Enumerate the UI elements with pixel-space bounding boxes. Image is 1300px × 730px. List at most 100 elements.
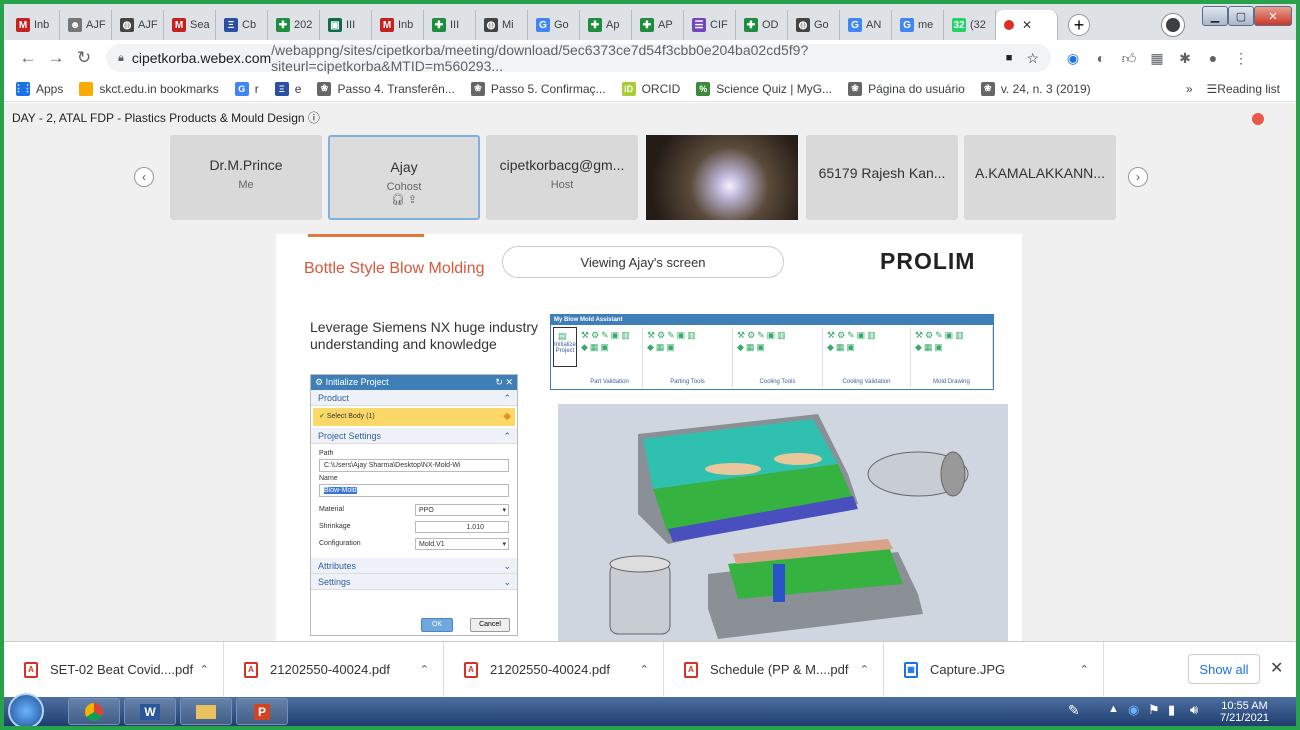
back-icon[interactable]: ← — [14, 48, 42, 68]
grammarly-icon[interactable]: ◉ — [1059, 50, 1087, 67]
close-tab-icon[interactable]: ✕ — [1022, 18, 1032, 32]
participant-tile[interactable]: Dr.M.Prince Me — [170, 135, 322, 220]
tool-icons[interactable]: ⚒⚙✎▣▥ ◆▦▣ — [911, 327, 992, 355]
menu-icon[interactable]: ⋮ — [1227, 50, 1255, 67]
bookmark-1[interactable]: skct.edu.in bookmarks — [79, 81, 219, 96]
bookmarks-overflow-icon[interactable]: » — [1186, 82, 1193, 96]
participant-tile[interactable]: Ajay Cohost 🎧︎ ⇪ — [328, 135, 480, 220]
word-taskbar-icon[interactable]: W — [124, 698, 176, 725]
close-window-button[interactable]: ✕ — [1254, 6, 1292, 26]
shrinkage-input[interactable]: 1.010 — [415, 520, 509, 533]
download-item[interactable]: ▦ Capture.JPG ⌃ — [884, 641, 1104, 698]
tab-8[interactable]: ✚ III — [424, 10, 476, 40]
download-item[interactable]: A Schedule (PP & M....pdf ⌃ — [664, 641, 884, 698]
forward-icon[interactable]: → — [42, 48, 70, 68]
recording-icon[interactable] — [1252, 113, 1264, 125]
attributes-section[interactable]: Attributes ⌄ — [311, 558, 517, 574]
participants-prev-button[interactable]: ‹ — [134, 167, 154, 187]
extension-icon[interactable]: ◐ — [1087, 50, 1115, 66]
chevron-up-icon[interactable]: ⌃ — [200, 663, 209, 676]
project-settings-section[interactable]: Project Settings ⌃ — [311, 428, 517, 444]
new-tab-button[interactable]: + — [1068, 14, 1090, 36]
tab-13[interactable]: ☰ CIF — [684, 10, 736, 40]
tab-5[interactable]: ✚ 202 — [268, 10, 320, 40]
start-button[interactable] — [8, 693, 44, 726]
volume-icon[interactable]: 🔊︎ — [1190, 702, 1198, 718]
system-clock[interactable]: 10:55 AM 7/21/2021 — [1220, 700, 1269, 724]
participant-tile[interactable]: A.KAMALAKKANN... — [964, 135, 1116, 220]
chevron-up-icon[interactable]: ⌃ — [640, 663, 649, 676]
tray-arrow-icon[interactable]: ▲ — [1108, 703, 1119, 715]
bookmark-4[interactable]: ❀ Passo 4. Transferên... — [317, 81, 455, 96]
profile-icon[interactable] — [1162, 14, 1184, 36]
tray-app-icon[interactable]: ◉ — [1128, 702, 1139, 718]
tab-2[interactable]: ◍ AJF — [112, 10, 164, 40]
grid-extension-icon[interactable]: ▦ — [1143, 50, 1171, 67]
bookmark-5[interactable]: ❀ Passo 5. Confirmaç... — [470, 81, 606, 96]
pen-icon[interactable]: ✎ — [1068, 702, 1080, 719]
maximize-button[interactable]: ▢ — [1228, 6, 1254, 26]
tab-12[interactable]: ✚ AP — [632, 10, 684, 40]
tab-14[interactable]: ✚ OD — [736, 10, 788, 40]
powerpoint-taskbar-icon[interactable]: P — [236, 698, 288, 725]
file-explorer-taskbar-icon[interactable] — [180, 698, 232, 725]
bookmark-8[interactable]: ❀ Página do usuário — [848, 81, 965, 96]
bookmark-3[interactable]: Ξe — [274, 81, 301, 96]
tool-icons[interactable]: ⚒⚙✎▣▥ ◆▦▣ — [577, 327, 642, 355]
tool-icons[interactable]: ⚒⚙✎▣▥ ◆▦▣ — [643, 327, 732, 355]
tab-11[interactable]: ✚ Ap — [580, 10, 632, 40]
tool-icons[interactable]: ⚒⚙✎▣▥ ◆▦▣ — [823, 327, 910, 355]
configuration-select[interactable]: Mold.V1 ▾ — [415, 537, 509, 550]
tab-4[interactable]: Ξ Cb — [216, 10, 268, 40]
star-icon[interactable]: ☆ — [1026, 50, 1039, 67]
product-section[interactable]: Product ⌃ — [311, 390, 517, 406]
address-bar[interactable]: 🔒︎ cipetkorba.webex.com/webappng/sites/c… — [106, 42, 1051, 74]
tab-15[interactable]: ◍ Go — [788, 10, 840, 40]
network-icon[interactable]: ▮ — [1168, 702, 1175, 718]
tab-1[interactable]: ☻ AJF — [60, 10, 112, 40]
reading-list[interactable]: ☰ Reading list — [1207, 82, 1280, 96]
download-item[interactable]: A SET-02 Beat Covid....pdf ⌃ — [4, 641, 224, 698]
bookmark-2[interactable]: Gr — [234, 81, 259, 96]
info-icon[interactable]: ⓘ — [308, 111, 320, 125]
chrome-taskbar-icon[interactable] — [68, 698, 120, 725]
participant-tile[interactable] — [646, 135, 798, 220]
minimize-button[interactable]: ▁ — [1202, 6, 1228, 26]
ok-button[interactable]: OK — [421, 618, 453, 632]
download-item[interactable]: A 21202550-40024.pdf ⌃ — [444, 641, 664, 698]
participant-tile[interactable]: cipetkorbacg@gm... Host — [486, 135, 638, 220]
tab-10[interactable]: G Go — [528, 10, 580, 40]
collapse-icon[interactable]: ⌃ — [503, 390, 511, 406]
tab-16[interactable]: G AN — [840, 10, 892, 40]
thumbs-up-icon[interactable]: 👍︎ — [1115, 50, 1143, 67]
show-all-button[interactable]: Show all — [1188, 654, 1260, 684]
material-select[interactable]: PPO ▾ — [415, 503, 509, 516]
expand-icon[interactable]: ⌄ — [503, 558, 511, 574]
chevron-up-icon[interactable]: ⌃ — [860, 663, 869, 676]
avatar[interactable]: ● — [1199, 50, 1227, 66]
settings-section[interactable]: Settings ⌄ — [311, 574, 517, 590]
flag-icon[interactable]: ⚑ — [1148, 702, 1160, 718]
name-input[interactable]: Blow-Mold — [319, 484, 509, 497]
expand-icon[interactable]: ⌄ — [503, 574, 511, 590]
camera-blocked-icon[interactable]: ■ — [1006, 52, 1013, 64]
tool-icons[interactable]: ⚒⚙✎▣▥ ◆▦▣ — [733, 327, 822, 355]
tab-3[interactable]: M Sea — [164, 10, 216, 40]
close-icon[interactable]: ↻ ✕ — [495, 375, 513, 390]
cancel-button[interactable]: Cancel — [470, 618, 510, 632]
puzzle-icon[interactable]: ✱ — [1171, 50, 1199, 67]
bookmark-0[interactable]: ⋮⋮ Apps — [14, 81, 63, 96]
participant-tile[interactable]: 65179 Rajesh Kan... — [806, 135, 958, 220]
path-input[interactable]: C:\Users\Ajay Sharma\Desktop\NX-Mold-Wi — [319, 459, 509, 472]
close-downloads-icon[interactable]: ✕ — [1270, 658, 1283, 678]
tab-18[interactable]: 32 (32 — [944, 10, 996, 40]
bookmark-6[interactable]: iD ORCID — [621, 81, 680, 96]
tab-17[interactable]: Gme — [892, 10, 944, 40]
participants-next-button[interactable]: › — [1128, 167, 1148, 187]
select-body-row[interactable]: ✔ Select Body (1) ◆ — [313, 408, 515, 426]
tab-active[interactable]: ✕ — [996, 10, 1058, 40]
download-item[interactable]: A 21202550-40024.pdf ⌃ — [224, 641, 444, 698]
reload-icon[interactable]: ↻ — [70, 48, 98, 68]
chevron-up-icon[interactable]: ⌃ — [420, 663, 429, 676]
tab-9[interactable]: ◍ Mi — [476, 10, 528, 40]
